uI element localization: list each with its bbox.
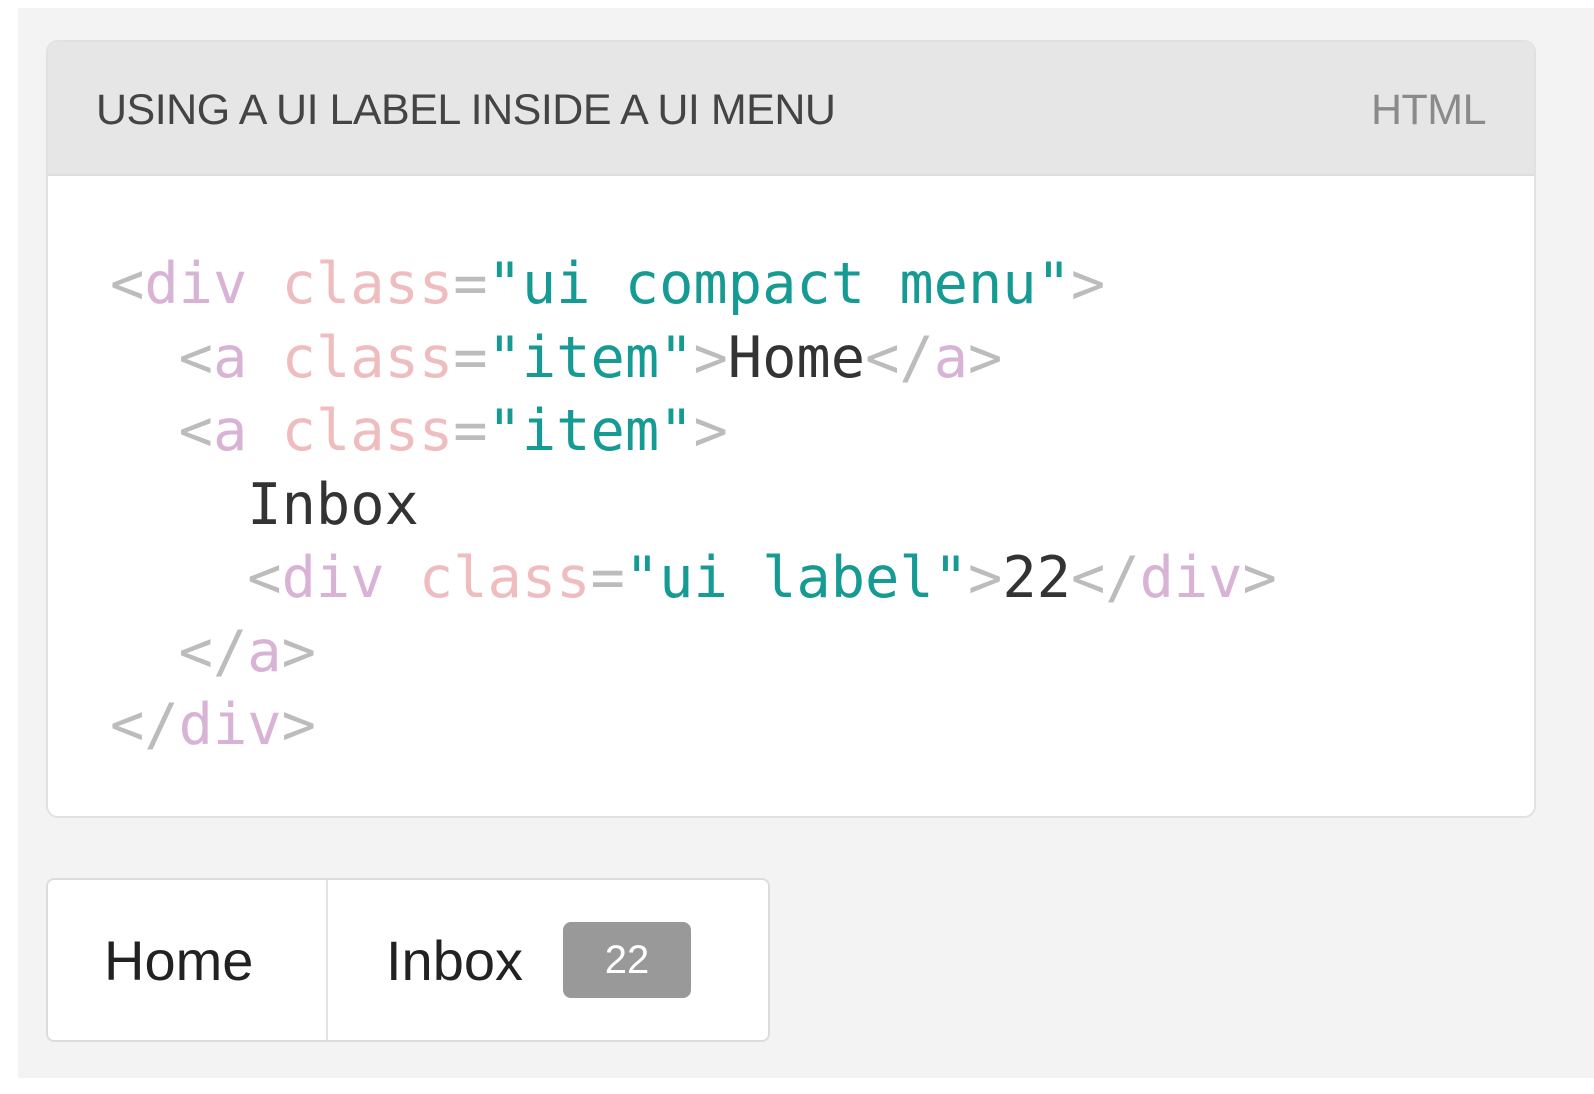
code-line-6: </a>	[110, 616, 1277, 690]
code-attribute-value: "ui label"	[624, 545, 968, 611]
code-example-title: USING A UI LABEL INSIDE A UI MENU	[96, 86, 836, 134]
code-attribute-name: class	[281, 324, 454, 391]
code-punctuation: =	[453, 398, 488, 464]
code-punctuation: </	[178, 618, 248, 685]
code-punctuation: </	[110, 692, 179, 758]
code-attribute-value: "item"	[487, 324, 694, 391]
code-line-2: <a class="item">Home</a>	[110, 322, 1277, 396]
code-punctuation: >	[281, 618, 316, 685]
code-punctuation: =	[453, 251, 488, 317]
menu-item-label: Inbox	[386, 928, 523, 992]
code-line-5: <div class="ui label">22</div>	[110, 542, 1277, 616]
code-punctuation: >	[967, 545, 1003, 611]
code-line-3: <a class="item">	[110, 395, 1277, 469]
code-tag-name: div	[178, 692, 282, 758]
code-line-7: </div>	[110, 689, 1277, 763]
menu-item-inbox[interactable]: Inbox 22	[328, 880, 768, 1040]
code-punctuation: >	[281, 692, 316, 758]
code-tag-name: a	[212, 324, 248, 391]
code-punctuation: </	[865, 324, 934, 391]
code-punctuation: <	[178, 324, 213, 391]
page: USING A UI LABEL INSIDE A UI MENU HTML <…	[0, 0, 1594, 1094]
code-punctuation: <	[110, 251, 145, 317]
code-tag-name: a	[212, 398, 248, 464]
code-tag-name: a	[247, 618, 282, 685]
code-punctuation: </	[1070, 545, 1140, 611]
code-example-header: USING A UI LABEL INSIDE A UI MENU HTML	[48, 42, 1534, 176]
code-punctuation: =	[453, 324, 488, 391]
code-line-4: Inbox	[110, 469, 1277, 543]
menu-item-home[interactable]: Home	[48, 880, 328, 1040]
code-text: Inbox	[247, 471, 419, 538]
code-text: Home	[727, 324, 866, 391]
code-punctuation: >	[968, 324, 1003, 391]
code-example-card: USING A UI LABEL INSIDE A UI MENU HTML <…	[46, 40, 1536, 818]
menu-item-label: Home	[104, 928, 254, 992]
code-punctuation: =	[590, 545, 625, 611]
code-block: <div class="ui compact menu"> <a class="…	[110, 248, 1277, 763]
code-attribute-value: "ui compact menu"	[487, 251, 1071, 317]
code-punctuation: >	[1242, 545, 1277, 611]
code-attribute-name: class	[281, 251, 454, 317]
code-punctuation: >	[693, 398, 728, 464]
code-tag-name: a	[933, 324, 969, 391]
code-attribute-name: class	[281, 398, 454, 464]
code-punctuation: <	[178, 398, 213, 464]
code-tag-name: div	[1139, 545, 1243, 611]
code-language-label: HTML	[1370, 86, 1487, 134]
code-tag-name: div	[144, 251, 248, 317]
code-text: 22	[1002, 545, 1071, 611]
inbox-count-badge: 22	[563, 922, 691, 998]
code-punctuation: <	[247, 545, 282, 611]
code-tag-name: div	[281, 545, 385, 611]
code-attribute-name: class	[418, 545, 591, 611]
code-punctuation: >	[1070, 251, 1106, 317]
compact-menu: Home Inbox 22	[46, 878, 770, 1042]
code-attribute-value: "item"	[487, 398, 694, 464]
code-line-1: <div class="ui compact menu">	[110, 248, 1277, 322]
code-punctuation: >	[693, 324, 728, 391]
